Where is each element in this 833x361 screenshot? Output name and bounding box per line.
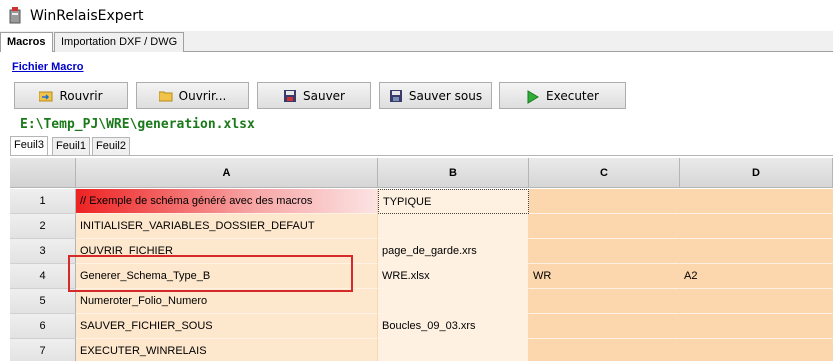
column-header-a[interactable]: A	[76, 158, 378, 188]
title-bar: WinRelaisExpert	[0, 0, 833, 31]
row-header[interactable]: 4	[10, 264, 76, 289]
column-header-c[interactable]: C	[529, 158, 680, 188]
select-all-corner[interactable]	[10, 158, 76, 188]
file-path: E:\Temp_PJ\WRE\generation.xlsx	[20, 117, 255, 132]
save-label: Sauver	[303, 88, 345, 103]
floppy-disk-icon	[283, 89, 297, 102]
open-button[interactable]: Ouvrir...	[136, 82, 249, 109]
grid-cell-c[interactable]	[529, 314, 680, 339]
grid-cell-d[interactable]	[680, 189, 833, 214]
save-button[interactable]: Sauver	[257, 82, 371, 109]
grid-cell-a[interactable]: Numeroter_Folio_Numero	[76, 289, 378, 314]
grid-cell-c[interactable]: WR	[529, 264, 680, 289]
grid-cell-b[interactable]: TYPIQUE	[378, 189, 529, 214]
app-icon	[9, 7, 21, 24]
folder-arrow-icon	[38, 90, 53, 102]
row-header[interactable]: 7	[10, 339, 76, 361]
tab-importation-dxf-dwg[interactable]: Importation DXF / DWG	[54, 32, 185, 52]
grid-cell-b[interactable]	[378, 289, 529, 314]
grid-cell-d[interactable]	[680, 239, 833, 264]
grid-cell-b[interactable]: Boucles_09_03.xrs	[378, 314, 529, 339]
column-header-d[interactable]: D	[680, 158, 833, 188]
window-title: WinRelaisExpert	[30, 8, 144, 24]
row-header[interactable]: 5	[10, 289, 76, 314]
macros-panel: Fichier Macro Rouvrir Ouvrir... Sauver S…	[0, 52, 833, 361]
grid-cell-c[interactable]	[529, 289, 680, 314]
sheet-tab-feuil1[interactable]: Feuil1	[52, 137, 90, 155]
grid-cell-b[interactable]: WRE.xlsx	[378, 264, 529, 289]
sheet-tab-feuil3[interactable]: Feuil3	[10, 136, 48, 156]
grid-cell-a[interactable]: INITIALISER_VARIABLES_DOSSIER_DEFAUT	[76, 214, 378, 239]
execute-label: Executer	[546, 88, 599, 103]
grid-cell-a[interactable]: SAUVER_FICHIER_SOUS	[76, 314, 378, 339]
grid-cell-d[interactable]	[680, 289, 833, 314]
reopen-label: Rouvrir	[59, 88, 103, 103]
reopen-button[interactable]: Rouvrir	[14, 82, 128, 109]
grid-cell-c[interactable]	[529, 189, 680, 214]
grid-cell-b[interactable]: page_de_garde.xrs	[378, 239, 529, 264]
grid-cell-d[interactable]	[680, 339, 833, 361]
grid-cell-a[interactable]: // Exemple de schéma généré avec des mac…	[76, 189, 378, 214]
save-as-label: Sauver sous	[408, 88, 483, 103]
grid-cell-c[interactable]	[529, 339, 680, 361]
main-tab-bar: Macros Importation DXF / DWG	[0, 31, 833, 53]
tab-macros[interactable]: Macros	[0, 32, 53, 53]
execute-button[interactable]: Executer	[499, 82, 626, 109]
grid-cell-c[interactable]	[529, 214, 680, 239]
fichier-macro-link[interactable]: Fichier Macro	[12, 61, 84, 73]
sheet-tab-feuil2[interactable]: Feuil2	[92, 137, 130, 155]
grid-cell-c[interactable]	[529, 239, 680, 264]
annotation-highlight-box	[68, 255, 353, 292]
column-header-b[interactable]: B	[378, 158, 529, 188]
row-header[interactable]: 6	[10, 314, 76, 339]
open-label: Ouvrir...	[178, 88, 227, 103]
folder-icon	[158, 90, 173, 102]
row-header[interactable]: 2	[10, 214, 76, 239]
play-icon	[526, 89, 540, 104]
grid-cell-a[interactable]: EXECUTER_WINRELAIS	[76, 339, 378, 361]
grid-cell-d[interactable]: A2	[680, 264, 833, 289]
grid-cell-b[interactable]	[378, 339, 529, 361]
floppy-disk-icon	[389, 89, 403, 102]
grid-cell-d[interactable]	[680, 214, 833, 239]
row-header[interactable]: 1	[10, 189, 76, 214]
grid-cell-d[interactable]	[680, 314, 833, 339]
row-header[interactable]: 3	[10, 239, 76, 264]
grid-cell-b[interactable]	[378, 214, 529, 239]
save-as-button[interactable]: Sauver sous	[379, 82, 492, 109]
